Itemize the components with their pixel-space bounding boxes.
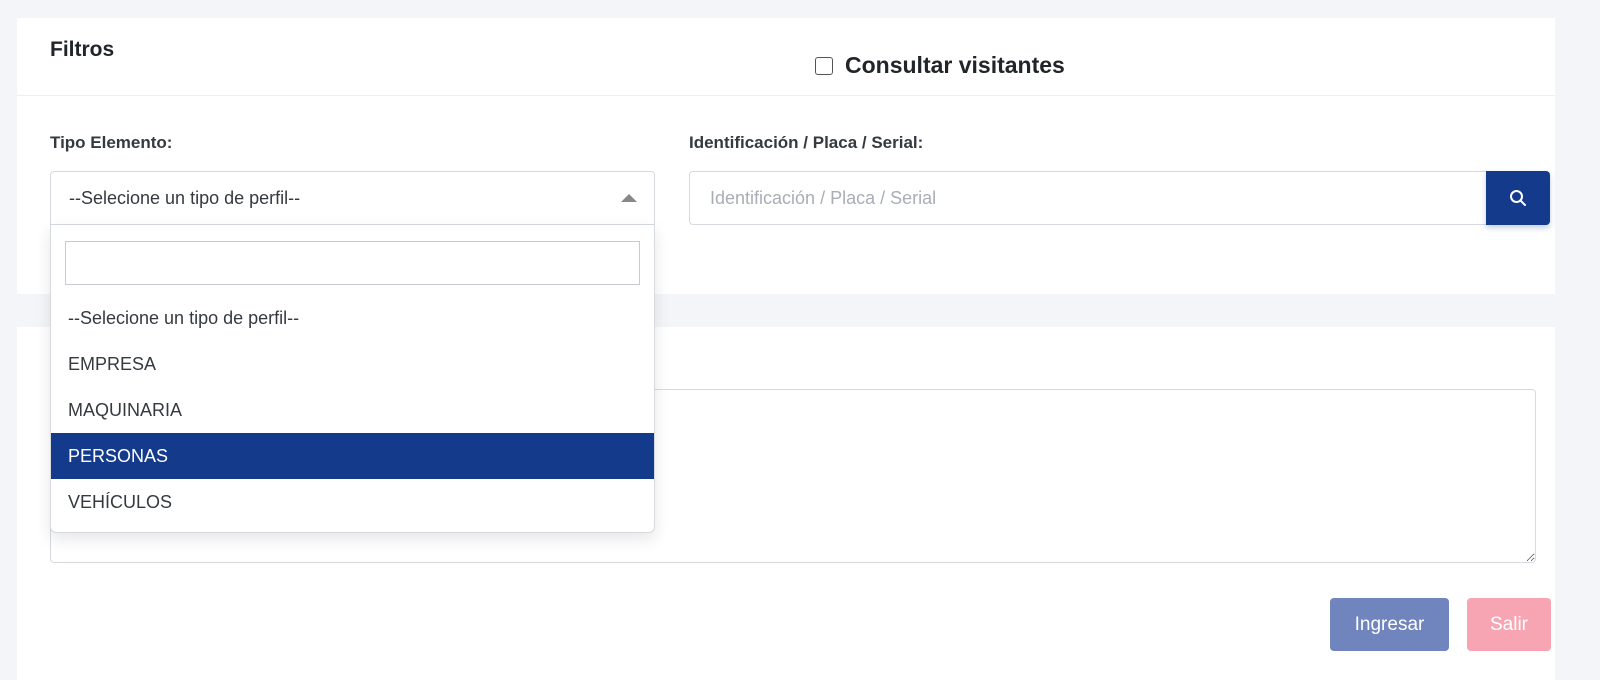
- search-icon: [1510, 190, 1526, 206]
- salir-button[interactable]: Salir: [1467, 598, 1551, 651]
- dropdown-options-list: --Selecione un tipo de perfil-- EMPRESA …: [51, 295, 654, 525]
- identificacion-input[interactable]: [689, 171, 1486, 225]
- dropdown-option-personas[interactable]: PERSONAS: [51, 433, 654, 479]
- visitors-toggle[interactable]: Consultar visitantes: [815, 52, 1065, 79]
- tipo-elemento-selected-value: --Selecione un tipo de perfil--: [69, 188, 301, 208]
- tipo-elemento-select[interactable]: --Selecione un tipo de perfil--: [50, 171, 655, 225]
- identificacion-label: Identificación / Placa / Serial:: [689, 133, 924, 152]
- visitors-checkbox[interactable]: [815, 56, 833, 75]
- chevron-up-icon: [621, 194, 637, 202]
- dropdown-search-input[interactable]: [65, 241, 640, 285]
- tipo-elemento-dropdown: --Selecione un tipo de perfil-- EMPRESA …: [50, 225, 655, 533]
- ingresar-button[interactable]: Ingresar: [1330, 598, 1449, 651]
- dropdown-option-empresa[interactable]: EMPRESA: [51, 341, 654, 387]
- dropdown-option-maquinaria[interactable]: MAQUINARIA: [51, 387, 654, 433]
- filters-title: Filtros: [50, 38, 115, 61]
- dropdown-option-vehiculos[interactable]: VEHÍCULOS: [51, 479, 654, 525]
- tipo-elemento-label: Tipo Elemento:: [50, 133, 173, 152]
- search-button[interactable]: [1486, 171, 1550, 225]
- dropdown-option-placeholder[interactable]: --Selecione un tipo de perfil--: [51, 295, 654, 341]
- visitors-checkbox-label[interactable]: Consultar visitantes: [845, 52, 1065, 79]
- filters-card-header: Filtros Consultar visitantes: [17, 18, 1555, 96]
